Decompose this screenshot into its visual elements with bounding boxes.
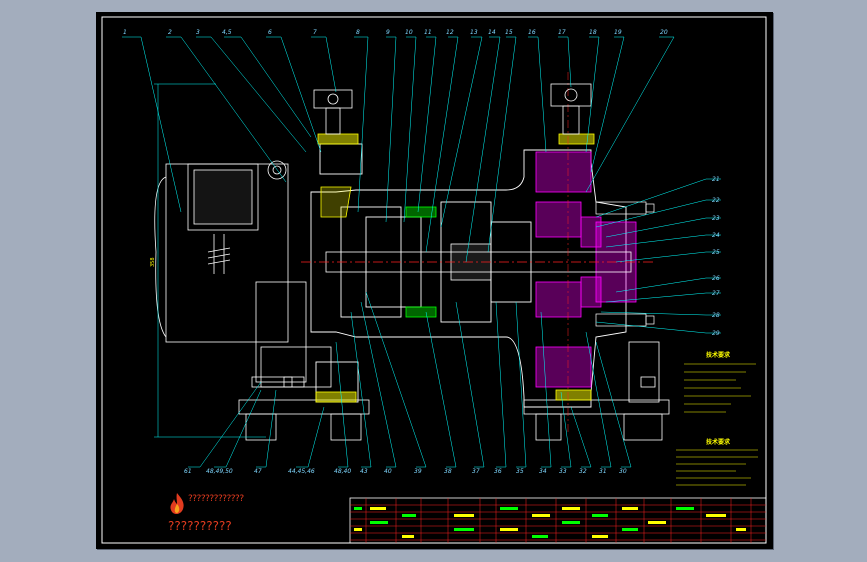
- part-number: 48,49,50: [206, 468, 233, 475]
- drawing-frame: [101, 16, 767, 544]
- part-number: 32: [579, 468, 587, 475]
- base-frame: [238, 341, 670, 441]
- part-number: 27: [712, 290, 720, 297]
- part-number: 36: [494, 468, 502, 475]
- part-number: 21: [712, 176, 720, 183]
- part-numbers-bottom: 61 48,49,50 47 44,45,46 48,40 43 40 39 3…: [184, 468, 627, 475]
- title-block: [349, 497, 767, 544]
- gear-sections: [535, 151, 637, 388]
- part-number: 13: [470, 29, 478, 36]
- part-number: 3: [196, 29, 200, 36]
- part-number: 38: [444, 468, 452, 475]
- drawing-sheet: 35 8 1 2 3 4,5 6 7 8 9 10 11 12 13 14 15 …: [96, 12, 773, 549]
- part-number: 25: [712, 249, 720, 256]
- notes-heading: 技术要求: [706, 438, 731, 446]
- part-number: 30: [619, 468, 627, 475]
- part-number: 40: [384, 468, 392, 475]
- part-number: 15: [505, 29, 513, 36]
- part-number: 2: [168, 29, 172, 36]
- part-number: 26: [712, 275, 720, 282]
- assembly-drawing: 35 8 1 2 3 4,5 6 7 8 9 10 11 12 13 14 15 …: [101, 16, 767, 544]
- part-number: 29: [712, 330, 720, 337]
- part-number: 47: [254, 468, 262, 475]
- part-number: 7: [313, 29, 317, 36]
- part-number: 11: [424, 29, 432, 36]
- technical-notes-1: 技术要求: [684, 351, 756, 413]
- technical-notes-2: 技术要求: [676, 438, 758, 486]
- part-number: 9: [386, 29, 390, 36]
- part-number: 20: [660, 29, 668, 36]
- part-number: 18: [589, 29, 597, 36]
- watermark-line-1: ?????????????: [188, 494, 244, 504]
- part-number: 12: [446, 29, 454, 36]
- part-number: 1: [123, 29, 127, 36]
- part-number: 48,40: [334, 468, 351, 475]
- lifting-eyes: [313, 83, 592, 135]
- motor: [154, 160, 332, 388]
- part-number: 44,45,46: [288, 468, 315, 475]
- part-number: 35: [516, 468, 524, 475]
- part-number: 28: [712, 312, 720, 319]
- part-number: 33: [559, 468, 567, 475]
- part-number: 17: [558, 29, 566, 36]
- part-number: 43: [360, 468, 368, 475]
- part-number: 6: [268, 29, 272, 36]
- part-number: 24: [712, 232, 720, 239]
- watermark-line-2: ??????????: [168, 519, 232, 533]
- overall-dimension: [154, 83, 266, 438]
- part-number: 19: [614, 29, 622, 36]
- part-number: 16: [528, 29, 536, 36]
- part-number: 4,5: [222, 29, 232, 36]
- part-number: 8: [356, 29, 360, 36]
- part-number: 37: [472, 468, 480, 475]
- part-number: 22: [712, 197, 720, 204]
- part-numbers-top: 1 2 3 4,5 6 7 8 9 10 11 12 13 14 15 16 1…: [123, 29, 668, 36]
- part-number: 14: [488, 29, 496, 36]
- part-numbers-right: 21 22 23 24 25 26 27 28 29: [712, 176, 720, 337]
- watermark-logo: ????????????? ??????????: [164, 492, 264, 536]
- part-number: 23: [712, 215, 720, 222]
- part-number: 34: [539, 468, 547, 475]
- dimension-label: 358: [150, 257, 156, 267]
- flame-logo-icon: [170, 493, 184, 515]
- part-number: 10: [405, 29, 413, 36]
- part-number: 61: [184, 468, 192, 475]
- part-number: 31: [599, 468, 607, 475]
- part-number: 39: [414, 468, 422, 475]
- notes-heading: 技术要求: [706, 351, 731, 359]
